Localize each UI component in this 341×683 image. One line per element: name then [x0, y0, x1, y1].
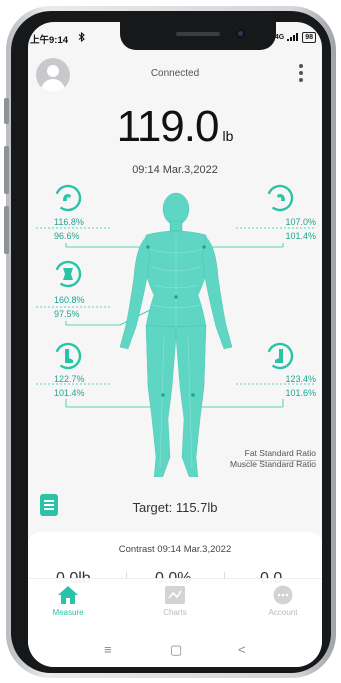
mute-switch: [4, 98, 9, 124]
tab-charts-label: Charts: [163, 608, 187, 617]
weight-value: 119.0: [116, 102, 220, 151]
left-leg-icon: [54, 342, 82, 370]
left-arm-fat-value: 116.8%: [54, 217, 84, 227]
trunk-fat-value: 160.8%: [54, 295, 85, 305]
speaker-grille: [176, 32, 220, 36]
right-arm-icon: [266, 184, 294, 212]
battery-indicator: 98: [302, 32, 316, 43]
right-leg-icon: [266, 342, 294, 370]
tab-measure-label: Measure: [52, 608, 84, 617]
bottom-tab-bar: Measure Charts Account: [28, 578, 322, 634]
signal-icon: [287, 32, 299, 43]
right-leg-muscle-value: 101.6%: [285, 388, 316, 398]
trunk-icon: [54, 260, 82, 288]
connection-status: Connected: [150, 68, 200, 79]
system-nav-bar: ≡ ▢ <: [28, 634, 322, 667]
bluetooth-icon: [78, 31, 86, 45]
tab-charts[interactable]: Charts: [140, 585, 210, 617]
app-screen: 上午9:14 HD 4G 98 Connected 119.0lb 09:14 …: [28, 22, 322, 667]
left-arm-muscle-value: 96.6%: [54, 231, 80, 241]
volume-up-button: [4, 146, 9, 194]
left-arm-icon: [54, 184, 82, 212]
measurement-datetime: 09:14 Mar.3,2022: [132, 164, 218, 176]
status-time: 上午9:14: [30, 35, 69, 46]
account-icon: [273, 585, 293, 605]
more-menu-icon[interactable]: [298, 64, 304, 82]
left-leg-muscle-value: 101.4%: [54, 388, 85, 398]
menu-nav-button[interactable]: ≡: [104, 642, 112, 657]
chart-icon: [165, 586, 185, 604]
trunk-muscle-value: 97.5%: [54, 309, 80, 319]
target-weight: Target: 115.7lb: [132, 500, 218, 515]
weight-display: 119.0 lb: [28, 102, 322, 152]
tab-account[interactable]: Account: [248, 585, 318, 617]
front-camera: [236, 29, 245, 38]
right-leg-fat-value: 123.4%: [285, 374, 316, 384]
tab-account-label: Account: [268, 608, 298, 617]
left-leg-fat-value: 122.7%: [54, 374, 85, 384]
weight-unit: lb: [222, 128, 234, 144]
contrast-title: Contrast 09:14 Mar.3,2022: [118, 544, 232, 555]
home-nav-button[interactable]: ▢: [170, 642, 182, 658]
phone-mockup: 上午9:14 HD 4G 98 Connected 119.0lb 09:14 …: [0, 0, 341, 683]
home-icon: [58, 586, 78, 604]
right-arm-fat-value: 107.0%: [285, 217, 316, 227]
tab-measure[interactable]: Measure: [33, 585, 103, 617]
notch: [120, 22, 276, 50]
volume-down-button: [4, 206, 9, 254]
back-nav-button[interactable]: <: [238, 642, 246, 657]
muscle-ratio-legend: Muscle Standard Ratio: [230, 459, 316, 469]
avatar-body: [41, 79, 65, 92]
right-arm-muscle-value: 101.4%: [285, 231, 316, 241]
